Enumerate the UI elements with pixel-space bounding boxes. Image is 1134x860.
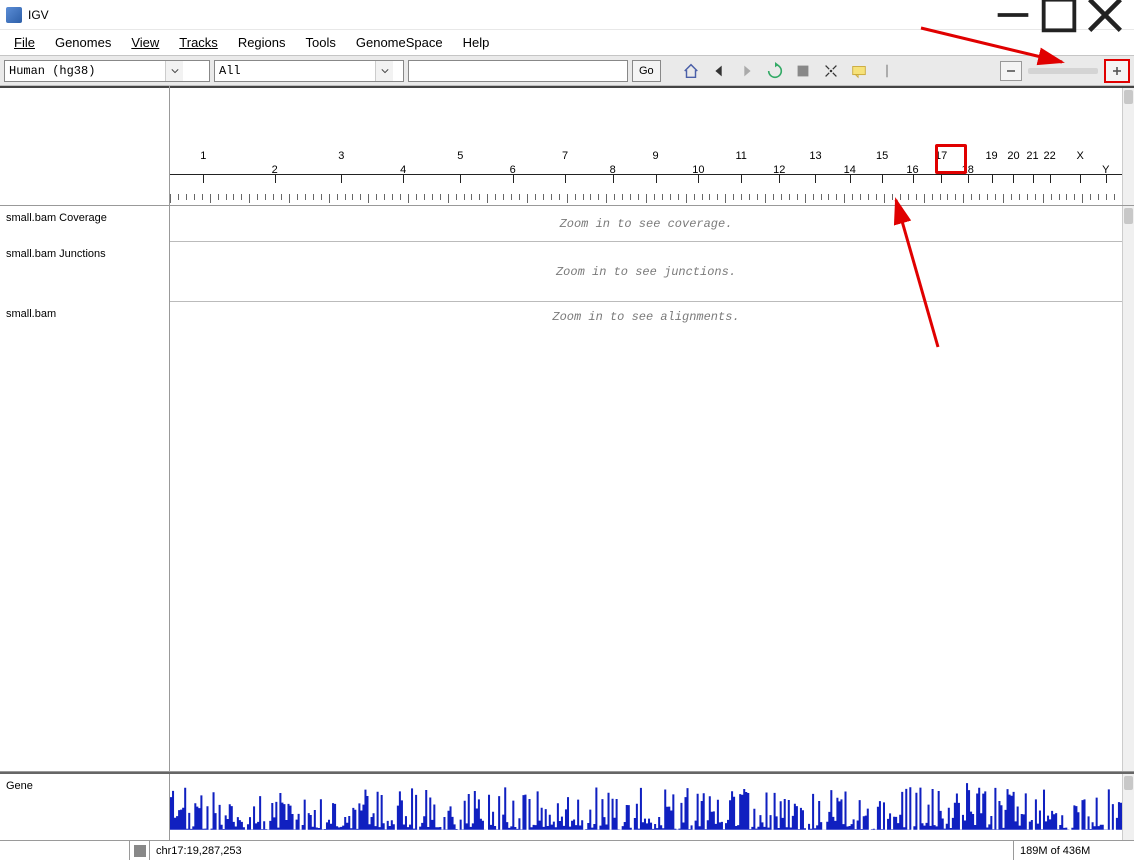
chromosome-highlight-box xyxy=(935,144,967,174)
minimize-button[interactable] xyxy=(990,0,1036,30)
gene-density-plot[interactable] xyxy=(170,774,1122,835)
chromosome-label-7[interactable]: 7 xyxy=(562,150,568,162)
refresh-icon[interactable] xyxy=(763,59,787,83)
chevron-down-icon[interactable] xyxy=(165,61,183,81)
menu-bar: File Genomes View Tracks Regions Tools G… xyxy=(0,30,1134,56)
gene-track-label[interactable]: Gene xyxy=(0,774,170,840)
menu-regions[interactable]: Regions xyxy=(228,31,296,54)
chromosome-label-X[interactable]: X xyxy=(1076,150,1083,162)
ruler-divider-icon xyxy=(875,59,899,83)
menu-genomes[interactable]: Genomes xyxy=(45,31,121,54)
track-message: Zoom in to see coverage. xyxy=(170,206,1122,242)
status-indicator-icon xyxy=(130,841,150,860)
chromosome-label-11[interactable]: 11 xyxy=(735,150,746,162)
home-icon[interactable] xyxy=(679,59,703,83)
go-button[interactable]: Go xyxy=(632,60,661,82)
status-bar: chr17:19,287,253 189M of 436M xyxy=(0,840,1134,860)
scrollbar[interactable] xyxy=(1122,88,1134,205)
maximize-button[interactable] xyxy=(1036,0,1082,30)
chromosome-label-9[interactable]: 9 xyxy=(652,150,658,162)
fit-icon[interactable] xyxy=(819,59,843,83)
window-title: IGV xyxy=(28,8,49,22)
chromosome-select-value[interactable] xyxy=(215,61,375,81)
ideogram-left-blank xyxy=(0,86,169,206)
genome-select[interactable] xyxy=(4,60,210,82)
left-column: small.bam Coveragesmall.bam Junctionssma… xyxy=(0,86,170,772)
back-icon[interactable] xyxy=(707,59,731,83)
menu-file[interactable]: File xyxy=(4,31,45,54)
chromosome-label-20[interactable]: 20 xyxy=(1007,150,1019,162)
note-icon[interactable] xyxy=(847,59,871,83)
status-position: chr17:19,287,253 xyxy=(150,841,1014,860)
track-message: Zoom in to see junctions. xyxy=(170,242,1122,302)
gene-track-row: Gene xyxy=(0,772,1134,840)
track-label[interactable]: small.bam Junctions xyxy=(0,242,169,302)
zoom-controls xyxy=(1000,59,1130,83)
zoom-in-button[interactable] xyxy=(1104,59,1130,83)
scrollbar[interactable] xyxy=(1122,206,1134,771)
locus-input[interactable] xyxy=(408,60,628,82)
scrollbar[interactable] xyxy=(1122,774,1134,840)
chromosome-label-19[interactable]: 19 xyxy=(985,150,997,162)
genome-select-value[interactable] xyxy=(5,61,165,81)
track-message: Zoom in to see alignments. xyxy=(170,302,1122,771)
menu-help[interactable]: Help xyxy=(453,31,500,54)
track-label[interactable]: small.bam xyxy=(0,302,169,646)
chromosome-label-15[interactable]: 15 xyxy=(876,150,888,162)
close-button[interactable] xyxy=(1082,0,1128,30)
app-icon xyxy=(6,7,22,23)
menu-tools[interactable]: Tools xyxy=(296,31,346,54)
chevron-down-icon[interactable] xyxy=(375,61,393,81)
chromosome-label-22[interactable]: 22 xyxy=(1044,150,1056,162)
menu-view[interactable]: View xyxy=(121,31,169,54)
zoom-out-button[interactable] xyxy=(1000,61,1022,81)
chromosome-label-21[interactable]: 21 xyxy=(1026,150,1038,162)
chromosome-ideogram-area[interactable]: 12345678910111213141516171819202122XY xyxy=(170,86,1134,206)
main-area: small.bam Coveragesmall.bam Junctionssma… xyxy=(0,86,1134,772)
right-column: 12345678910111213141516171819202122XY Zo… xyxy=(170,86,1134,772)
menu-tracks[interactable]: Tracks xyxy=(169,31,228,54)
region-icon[interactable] xyxy=(791,59,815,83)
chromosome-select[interactable] xyxy=(214,60,404,82)
menu-genomespace[interactable]: GenomeSpace xyxy=(346,31,453,54)
locus-input-field[interactable] xyxy=(409,61,627,81)
forward-icon[interactable] xyxy=(735,59,759,83)
chromosome-label-3[interactable]: 3 xyxy=(338,150,344,162)
chromosome-label-13[interactable]: 13 xyxy=(809,150,821,162)
status-memory: 189M of 436M xyxy=(1014,841,1134,860)
toolbar: Go xyxy=(0,56,1134,86)
zoom-slider[interactable] xyxy=(1028,68,1098,74)
track-label[interactable]: small.bam Coverage xyxy=(0,206,169,242)
status-cell-blank xyxy=(0,841,130,860)
title-bar: IGV xyxy=(0,0,1134,30)
chromosome-label-5[interactable]: 5 xyxy=(457,150,463,162)
chromosome-label-1[interactable]: 1 xyxy=(200,150,206,162)
